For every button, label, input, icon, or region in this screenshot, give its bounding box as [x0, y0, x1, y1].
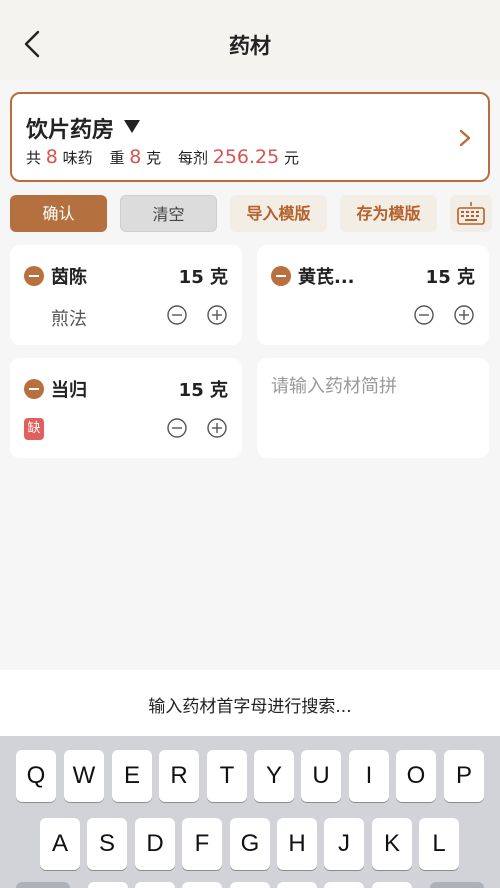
key-y[interactable]: Y — [254, 750, 294, 802]
herb-card: 当归 15 克 缺 — [10, 358, 242, 458]
key-a[interactable]: A — [40, 818, 80, 870]
decrease-icon[interactable] — [414, 305, 434, 325]
key-j[interactable]: J — [324, 818, 364, 870]
key-e[interactable]: E — [112, 750, 152, 802]
weight-prefix: 重 — [109, 149, 125, 167]
backspace-key[interactable] — [430, 882, 484, 888]
per-dose-unit: 元 — [284, 149, 300, 167]
key-f[interactable]: F — [182, 818, 222, 870]
pharmacy-name: 饮片药房 — [26, 118, 115, 143]
key-m[interactable] — [372, 882, 412, 888]
herb-search-input[interactable] — [271, 376, 471, 397]
key-v[interactable] — [230, 882, 270, 888]
key-o[interactable]: O — [396, 750, 436, 802]
decrease-icon[interactable] — [167, 418, 187, 438]
prescription-summary: 共 8 味药 重 8 克 每剂 256.25 元 — [26, 146, 299, 168]
per-dose-prefix: 每剂 — [177, 149, 208, 167]
key-s[interactable]: S — [87, 818, 127, 870]
key-x[interactable] — [135, 882, 175, 888]
total-count: 8 — [45, 146, 58, 168]
increase-icon[interactable] — [207, 305, 227, 325]
herb-quantity[interactable]: 15 克 — [179, 263, 228, 289]
herb-name: 当归 — [51, 380, 87, 401]
clear-button[interactable]: 清空 — [120, 195, 217, 232]
confirm-button[interactable]: 确认 — [10, 195, 107, 232]
on-screen-keyboard: Q W E R T Y U I O P A S D F G H J K L — [0, 736, 500, 888]
top-bar: 药材 — [0, 0, 500, 80]
key-u[interactable]: U — [301, 750, 341, 802]
increase-icon[interactable] — [454, 305, 474, 325]
herb-name: 茵陈 — [51, 267, 87, 288]
herb-card: 茵陈 15 克 煎法 — [10, 245, 242, 345]
remove-herb-icon[interactable] — [271, 266, 291, 286]
keyboard-icon — [457, 202, 485, 225]
increase-icon[interactable] — [207, 418, 227, 438]
save-template-button[interactable]: 存为模版 — [340, 195, 437, 232]
key-p[interactable]: P — [444, 750, 484, 802]
key-k[interactable]: K — [372, 818, 412, 870]
decoction-method[interactable]: 煎法 — [51, 305, 87, 331]
key-i[interactable]: I — [349, 750, 389, 802]
key-q[interactable]: Q — [16, 750, 56, 802]
total-prefix: 共 — [26, 149, 42, 167]
pharmacy-selector[interactable]: 饮片药房 共 8 味药 重 8 克 每剂 256.25 元 — [10, 92, 490, 182]
herb-quantity[interactable]: 15 克 — [426, 263, 475, 289]
key-g[interactable]: G — [230, 818, 270, 870]
total-unit: 味药 — [62, 149, 93, 167]
chevron-right-icon — [459, 129, 471, 147]
shift-key[interactable] — [16, 882, 70, 888]
import-template-button[interactable]: 导入模版 — [230, 195, 327, 232]
out-of-stock-badge: 缺 — [24, 418, 44, 440]
keyboard-hint-bar: 输入药材首字母进行搜索... — [0, 670, 500, 736]
weight-unit: 克 — [146, 149, 162, 167]
key-d[interactable]: D — [135, 818, 175, 870]
key-t[interactable]: T — [207, 750, 247, 802]
key-h[interactable]: H — [277, 818, 317, 870]
key-r[interactable]: R — [159, 750, 199, 802]
per-dose-price: 256.25 — [212, 146, 280, 168]
key-n[interactable] — [324, 882, 364, 888]
search-hint: 输入药材首字母进行搜索... — [148, 697, 352, 717]
herb-name: 黄芪... — [298, 267, 355, 288]
keyboard-toggle-button[interactable] — [450, 195, 492, 232]
key-w[interactable]: W — [64, 750, 104, 802]
page-title: 药材 — [229, 34, 271, 58]
herb-quantity[interactable]: 15 克 — [179, 376, 228, 402]
weight-value: 8 — [129, 146, 142, 168]
decrease-icon[interactable] — [167, 305, 187, 325]
herb-card: 黄芪... 15 克 — [257, 245, 489, 345]
herb-search-cell — [257, 358, 489, 458]
key-z[interactable] — [88, 882, 128, 888]
key-b[interactable] — [277, 882, 317, 888]
remove-herb-icon[interactable] — [24, 266, 44, 286]
dropdown-caret-icon — [124, 120, 140, 133]
key-c[interactable] — [182, 882, 222, 888]
key-l[interactable]: L — [419, 818, 459, 870]
remove-herb-icon[interactable] — [24, 379, 44, 399]
